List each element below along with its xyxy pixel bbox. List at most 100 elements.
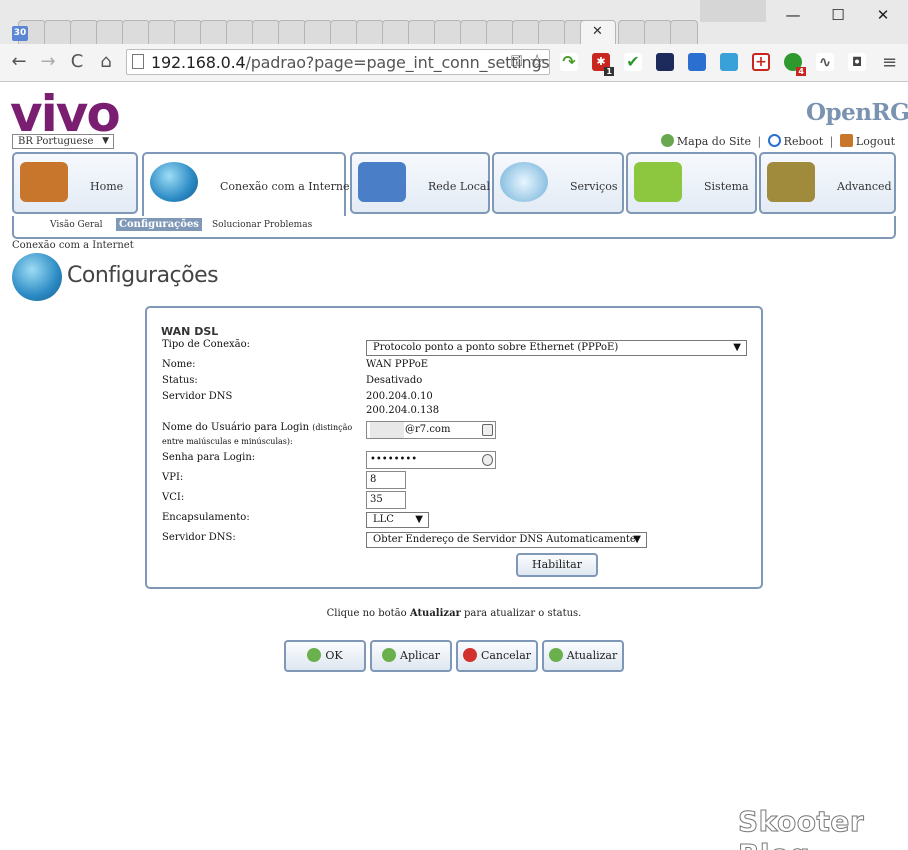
reload-button[interactable]: C [66, 51, 88, 73]
camera-extension-icon[interactable]: ◘ [848, 53, 866, 71]
browser-tab[interactable] [252, 20, 280, 44]
tab-internet-connection[interactable]: Conexão com a Internet [142, 152, 354, 220]
browser-tab[interactable] [174, 20, 202, 44]
tab-advanced[interactable]: Advanced [759, 152, 896, 214]
connection-type-select[interactable]: Protocolo ponto a ponto sobre Ethernet (… [366, 340, 747, 356]
arrow-extension-icon[interactable]: ↷ [560, 53, 578, 71]
check-extension-icon[interactable]: ✔ [624, 53, 642, 71]
browser-tab[interactable] [96, 20, 124, 44]
router-icon [634, 162, 682, 202]
browser-tab[interactable] [512, 20, 540, 44]
browser-tab[interactable] [356, 20, 384, 44]
apply-label: Aplicar [400, 649, 440, 662]
disc-icon [500, 162, 548, 202]
tab-label: Home [90, 180, 124, 193]
tab-system[interactable]: Sistema [626, 152, 757, 214]
browser-tab[interactable] [226, 20, 254, 44]
browser-tab[interactable] [148, 20, 176, 44]
timer-extension-icon[interactable]: 4 [784, 53, 806, 76]
subtab-troubleshoot[interactable]: Solucionar Problemas [212, 220, 312, 230]
browser-tab[interactable] [122, 20, 150, 44]
logout-link[interactable]: Logout [856, 135, 895, 148]
dns-mode-value: Obter Endereço de Servidor DNS Automatic… [373, 534, 636, 545]
cancel-button[interactable]: Cancelar [456, 640, 538, 672]
sitemap-link[interactable]: Mapa do Site [677, 135, 751, 148]
browser-tab[interactable] [330, 20, 358, 44]
close-window-button[interactable]: ✕ [860, 4, 906, 26]
reveal-icon[interactable] [482, 454, 493, 466]
password-label: Senha para Login: [162, 452, 256, 463]
enable-button[interactable]: Habilitar [516, 553, 598, 577]
encapsulation-select[interactable]: LLC ▼ [366, 512, 429, 528]
browser-tab[interactable] [278, 20, 306, 44]
browser-tab[interactable] [70, 20, 98, 44]
encapsulation-label: Encapsulamento: [162, 512, 250, 523]
reboot-link[interactable]: Reboot [784, 135, 824, 148]
window-extension-icon[interactable] [688, 53, 706, 71]
sub-nav: Visão Geral Configurações Solucionar Pro… [12, 216, 896, 239]
minimize-button[interactable]: — [770, 4, 816, 26]
tab-services[interactable]: Serviços [492, 152, 624, 214]
username-note-2: entre maiúsculas e minúsculas): [162, 437, 293, 446]
key-icon[interactable]: ⚿ [511, 52, 522, 70]
password-input[interactable]: •••••••• [366, 451, 496, 469]
url-text[interactable]: 192.168.0.4/padrao?page=page_int_conn_se… [151, 53, 550, 72]
browser-tab[interactable] [486, 20, 514, 44]
name-label: Nome: [162, 359, 196, 370]
subtab-overview[interactable]: Visão Geral [50, 220, 103, 230]
dns-mode-label: Servidor DNS: [162, 532, 236, 543]
dns-mode-select[interactable]: Obter Endereço de Servidor DNS Automatic… [366, 532, 647, 548]
browser-tab[interactable] [460, 20, 488, 44]
browser-tab[interactable] [538, 20, 566, 44]
tab-home[interactable]: Home [12, 152, 138, 214]
router-page: vivo BR Portuguese ▼ OpenRG Mapa do Site… [0, 83, 908, 850]
browser-tab[interactable] [200, 20, 228, 44]
back-button[interactable]: ← [8, 51, 30, 73]
openrg-logo: OpenRG [806, 99, 908, 126]
browser-tab[interactable] [408, 20, 436, 44]
main-nav: Home Conexão com a Internet Rede Local S… [12, 152, 896, 220]
forward-button[interactable]: → [37, 51, 59, 73]
tab-label: Advanced [837, 180, 892, 193]
pulse-extension-icon[interactable]: ∿ [816, 53, 834, 71]
browser-tab[interactable] [434, 20, 462, 44]
tab-local-network[interactable]: Rede Local [350, 152, 490, 214]
browser-tab[interactable] [44, 20, 72, 44]
new-tab-button[interactable] [700, 0, 766, 22]
connection-type-label: Tipo de Conexão: [162, 339, 250, 350]
address-bar[interactable]: 192.168.0.4/padrao?page=page_int_conn_se… [126, 49, 550, 75]
language-select[interactable]: BR Portuguese ▼ [12, 134, 114, 149]
lastpass-extension-icon[interactable]: ✱ 1 [592, 53, 614, 76]
browser-tab[interactable] [382, 20, 410, 44]
extension-badge: 4 [796, 67, 806, 76]
vpi-label: VPI: [162, 472, 184, 483]
maximize-button[interactable]: ☐ [815, 4, 861, 26]
status-note-bold: Atualizar [409, 608, 461, 619]
bookmark-star-icon[interactable]: ☆ [529, 51, 545, 72]
refresh-button[interactable]: Atualizar [542, 640, 624, 672]
vpi-input[interactable]: 8 [366, 471, 406, 489]
apply-button[interactable]: Aplicar [370, 640, 452, 672]
breadcrumb: Conexão com a Internet [12, 240, 134, 251]
house-icon [20, 162, 68, 202]
chrome-menu-icon[interactable]: ≡ [882, 52, 897, 73]
speed-extension-icon[interactable] [656, 53, 674, 71]
status-note-after: para atualizar o status. [464, 608, 582, 619]
close-tab-icon[interactable]: ✕ [592, 24, 603, 39]
browser-tab[interactable] [304, 20, 332, 44]
vci-input[interactable]: 35 [366, 491, 406, 509]
status-value: Desativado [366, 375, 423, 386]
home-button[interactable]: ⌂ [95, 51, 117, 73]
browser-tab[interactable] [644, 20, 672, 44]
username-value: @r7.com [405, 424, 451, 435]
username-input[interactable]: @r7.com [366, 421, 496, 439]
tab-label: Sistema [704, 180, 749, 193]
browser-tab[interactable] [670, 20, 698, 44]
ok-button[interactable]: OK [284, 640, 366, 672]
tab-strip [10, 18, 900, 44]
phone-extension-icon[interactable] [720, 53, 738, 71]
subtab-settings[interactable]: Configurações [116, 218, 202, 231]
browser-tab[interactable] [618, 20, 646, 44]
vivo-logo: vivo [10, 85, 121, 143]
health-extension-icon[interactable]: + [752, 53, 770, 71]
